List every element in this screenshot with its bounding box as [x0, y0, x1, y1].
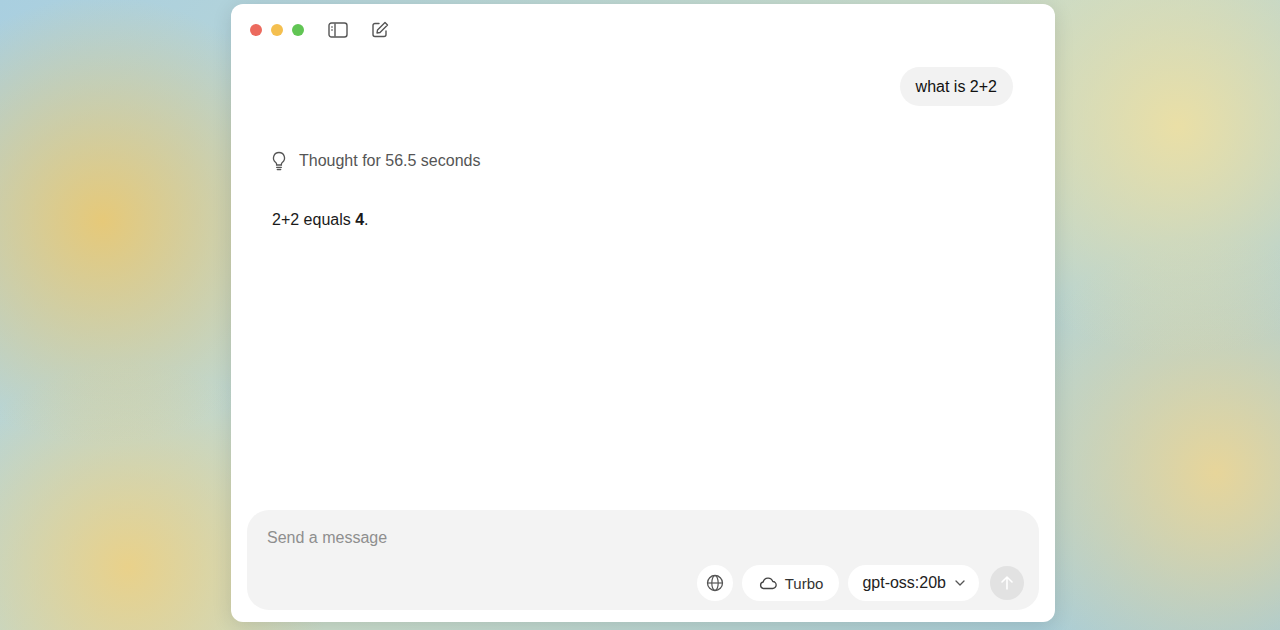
- thinking-toggle[interactable]: Thought for 56.5 seconds: [271, 149, 1013, 173]
- web-search-button[interactable]: [697, 565, 733, 601]
- model-label: gpt-oss:20b: [862, 574, 946, 592]
- title-bar: [231, 4, 1055, 56]
- composer: Send a message Turbo gpt-oss:20b: [247, 510, 1039, 610]
- chat-window: what is 2+2 Thought for 56.5 seconds 2+2 e…: [231, 4, 1055, 622]
- new-chat-icon[interactable]: [371, 21, 389, 39]
- minimize-button[interactable]: [271, 24, 283, 36]
- thinking-label: Thought for 56.5 seconds: [299, 152, 480, 170]
- turbo-button[interactable]: Turbo: [742, 565, 840, 601]
- user-message: what is 2+2: [900, 67, 1013, 106]
- arrow-up-icon: [1000, 575, 1014, 591]
- lightbulb-icon: [271, 151, 287, 171]
- message-placeholder: Send a message: [267, 529, 387, 546]
- composer-toolbar: Turbo gpt-oss:20b: [247, 565, 1039, 610]
- message-input[interactable]: Send a message: [247, 510, 1039, 548]
- window-controls: [250, 24, 304, 36]
- turbo-label: Turbo: [785, 575, 824, 592]
- model-select[interactable]: gpt-oss:20b: [848, 565, 979, 601]
- user-message-row: what is 2+2: [271, 67, 1013, 106]
- assistant-message: 2+2 equals 4.: [272, 208, 1013, 232]
- send-button[interactable]: [990, 566, 1024, 600]
- globe-icon: [706, 574, 724, 592]
- cloud-icon: [758, 576, 778, 590]
- conversation: what is 2+2 Thought for 56.5 seconds 2+2 e…: [231, 56, 1055, 232]
- chevron-down-icon: [955, 580, 965, 586]
- sidebar-toggle-icon[interactable]: [328, 22, 348, 38]
- close-button[interactable]: [250, 24, 262, 36]
- desktop-wallpaper: what is 2+2 Thought for 56.5 seconds 2+2 e…: [0, 0, 1280, 630]
- zoom-button[interactable]: [292, 24, 304, 36]
